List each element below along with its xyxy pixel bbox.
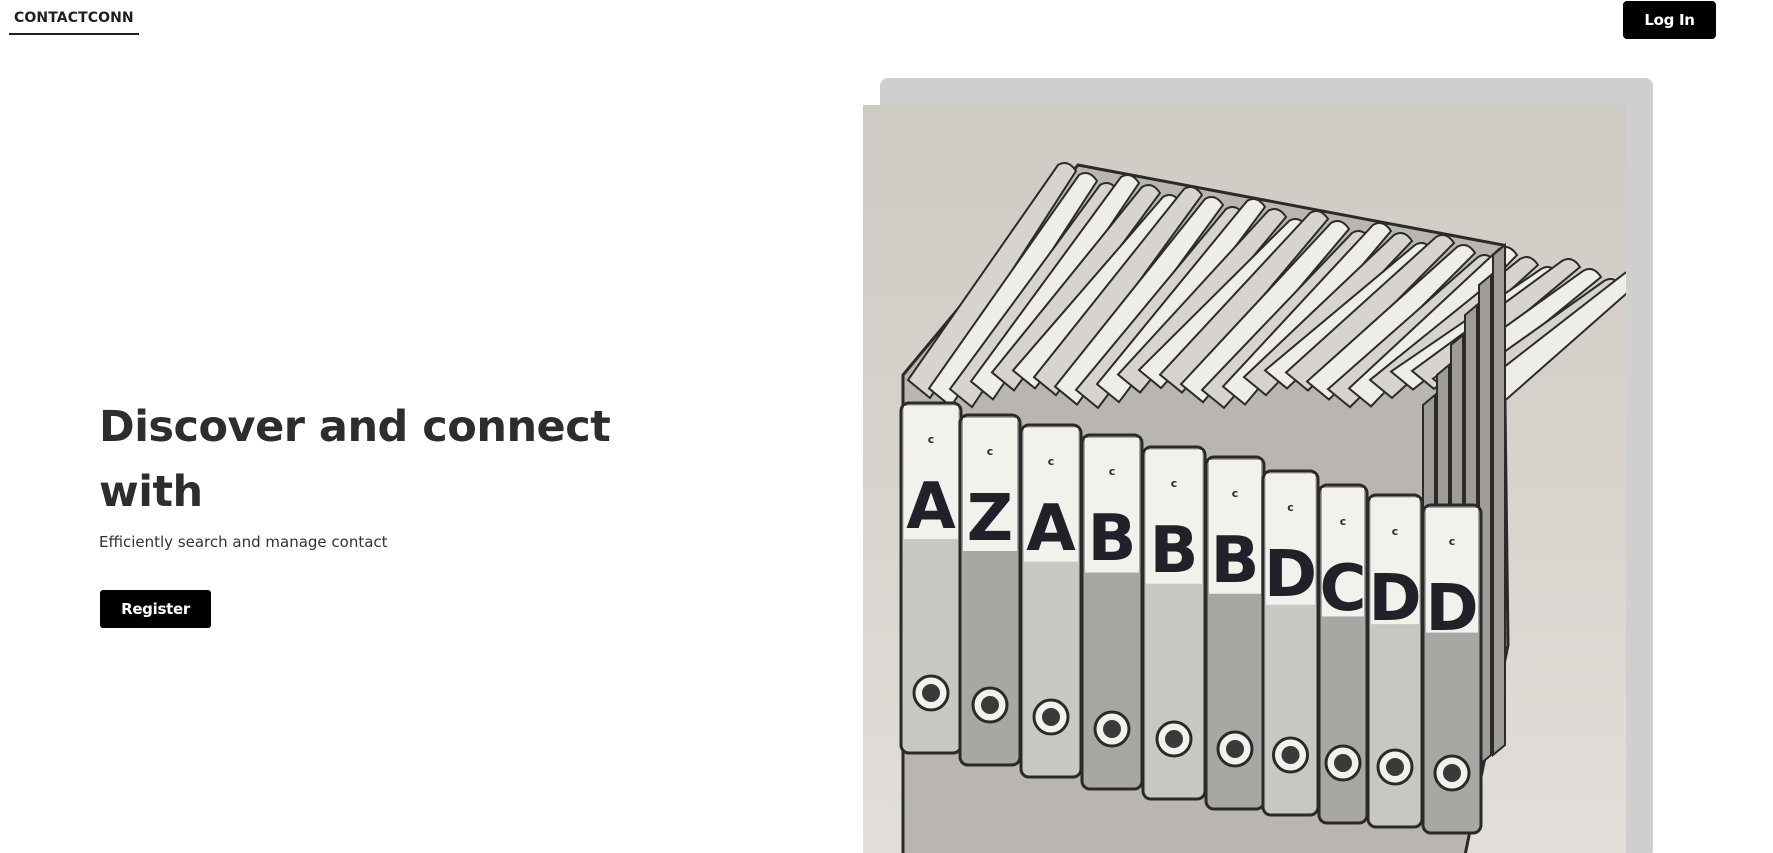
binder-ring-center <box>1281 746 1300 764</box>
binder-ring-center <box>1334 754 1352 772</box>
binder-spine: cD <box>1261 469 1320 817</box>
binder-spine: cA <box>1019 423 1083 779</box>
binder-ring-center <box>1226 740 1244 758</box>
binder-ring-center <box>1443 764 1461 782</box>
landing-page: CONTACTCONN Log In Discover and connect … <box>0 0 1773 853</box>
binder-spine: cD <box>1421 503 1483 835</box>
binder-spine: cB <box>1080 433 1144 791</box>
binder-ring-center <box>1386 758 1404 776</box>
binder-ring-center <box>1103 720 1121 738</box>
binder-tag: c <box>928 433 935 446</box>
binder-tag: c <box>1392 525 1399 538</box>
binder-letter: D <box>1425 572 1478 646</box>
binder-letter: D <box>1264 538 1317 612</box>
binders-drawing: cAcZcAcBcBcBcDcCcDcD <box>899 162 1626 853</box>
binder-tag: c <box>1109 465 1116 478</box>
login-button[interactable]: Log In <box>1623 1 1716 39</box>
binder-ring-center <box>922 684 940 702</box>
binder-letter: A <box>906 470 956 544</box>
binder-letter: C <box>1320 552 1367 626</box>
binder-letter: D <box>1368 562 1421 636</box>
hero-subtitle: Efficiently search and manage contact <box>99 533 388 551</box>
binder-spine: cC <box>1317 483 1369 825</box>
binder-letter: B <box>1211 524 1260 598</box>
binder-letter: B <box>1088 502 1137 576</box>
binder-ring-center <box>981 696 999 714</box>
binder-tag: c <box>1048 455 1055 468</box>
binder-spine: cB <box>1204 455 1266 811</box>
binder-ring-center <box>1165 730 1183 748</box>
binder-spine: cZ <box>958 413 1022 767</box>
binder-tag: c <box>1232 487 1239 500</box>
binder-tag: c <box>1340 515 1347 528</box>
binder-letter: A <box>1026 492 1076 566</box>
binders-illustration: cAcZcAcBcBcBcDcCcDcD <box>863 105 1626 853</box>
binder-letter: B <box>1150 514 1199 588</box>
binder-ring-center <box>1042 708 1060 726</box>
register-button[interactable]: Register <box>100 590 211 628</box>
binder-spine: cB <box>1141 445 1207 801</box>
brand-logo[interactable]: CONTACTCONN <box>9 0 139 35</box>
binder-spine: cD <box>1366 493 1424 829</box>
binder-tag: c <box>1287 501 1294 514</box>
binder-tag: c <box>1449 535 1456 548</box>
binder-spine: cA <box>899 401 963 755</box>
hero-title: Discover and connect with <box>99 402 611 517</box>
binder-tag: c <box>987 445 994 458</box>
binder-tag: c <box>1171 477 1178 490</box>
binder-letter: Z <box>967 482 1013 556</box>
binder-side-panel <box>1492 242 1506 758</box>
